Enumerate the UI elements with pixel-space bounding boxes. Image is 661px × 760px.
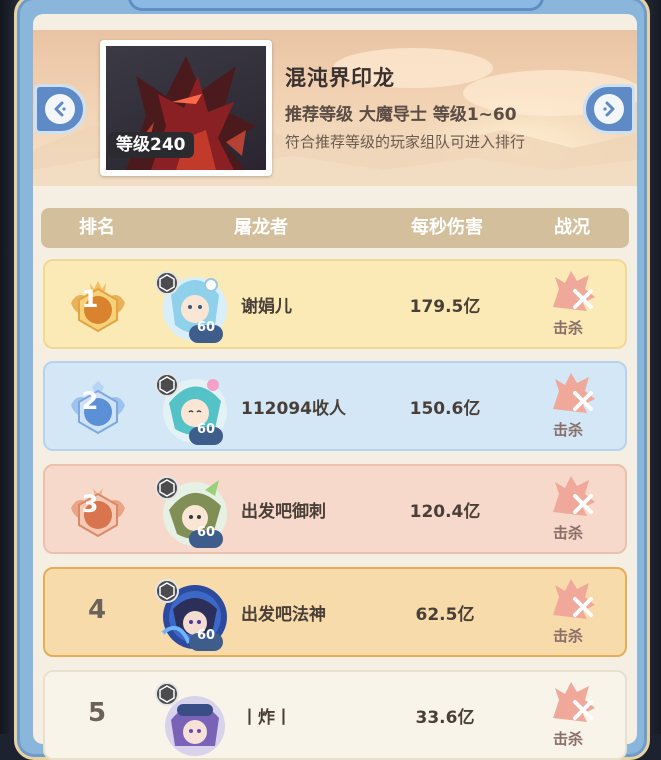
boss-level-badge: 等级240 xyxy=(108,132,194,158)
battle-status: 击杀 xyxy=(553,319,584,337)
header-rank: 排名 xyxy=(79,217,115,238)
player-level: 60 xyxy=(196,422,216,437)
dragon-defeated-icon xyxy=(553,373,595,413)
ranking-row[interactable]: 5 丨炸丨 33.6亿 击杀 xyxy=(43,670,627,760)
prev-boss-button[interactable] xyxy=(34,84,86,134)
dragon-defeated-icon xyxy=(553,682,595,722)
damage-per-second: 179.5亿 xyxy=(409,297,481,317)
header-dps: 每秒伤害 xyxy=(411,217,483,238)
player-name: 112094收人 xyxy=(241,399,346,419)
player-name: 谢娟儿 xyxy=(241,297,292,317)
player-name: 丨炸丨 xyxy=(241,708,292,728)
damage-per-second: 62.5亿 xyxy=(415,605,475,625)
rank-number: 1 xyxy=(81,285,99,313)
battle-status: 击杀 xyxy=(553,730,584,748)
ranking-table-header: 排名 屠龙者 每秒伤害 战况 xyxy=(41,208,629,248)
rank-number: 3 xyxy=(81,490,99,518)
rank-number: 5 xyxy=(87,698,107,728)
dragon-defeated-icon xyxy=(553,476,595,516)
dragon-defeated-icon xyxy=(553,271,595,311)
boss-recommendation: 推荐等级 大魔导士 等级1~60 xyxy=(285,105,517,125)
ranking-row[interactable]: 1 60 谢娟儿 179.5亿 击杀 xyxy=(43,259,627,349)
damage-per-second: 150.6亿 xyxy=(409,399,481,419)
next-boss-button[interactable] xyxy=(583,84,635,134)
player-name: 出发吧法神 xyxy=(241,605,326,625)
boss-name: 混沌界印龙 xyxy=(285,66,395,90)
player-level: 60 xyxy=(196,525,216,540)
ranking-row[interactable]: 4 60 出发吧法神 62.5亿 击杀 xyxy=(43,567,627,657)
player-level: 60 xyxy=(196,628,216,643)
player-name: 出发吧御刺 xyxy=(241,502,326,522)
battle-status: 击杀 xyxy=(553,524,584,542)
player-level: 60 xyxy=(196,320,216,335)
boss-entry-note: 符合推荐等级的玩家组队可进入排行 xyxy=(285,133,526,151)
ranking-row[interactable]: 2 60 112094收人 150.6亿 击杀 xyxy=(43,361,627,451)
player-avatar[interactable] xyxy=(149,676,231,758)
rank-number: 2 xyxy=(81,387,99,415)
dragon-defeated-icon xyxy=(553,579,595,619)
chevron-left-icon xyxy=(54,101,66,117)
boss-portrait-card[interactable]: 等级240 xyxy=(100,40,272,176)
header-slayer: 屠龙者 xyxy=(234,217,288,238)
damage-per-second: 120.4亿 xyxy=(409,502,481,522)
header-status: 战况 xyxy=(554,217,590,238)
battle-status: 击杀 xyxy=(553,421,584,439)
damage-per-second: 33.6亿 xyxy=(415,708,475,728)
battle-status: 击杀 xyxy=(553,627,584,645)
ranking-row[interactable]: 3 60 出发吧御刺 120.4亿 击杀 xyxy=(43,464,627,554)
chevron-right-icon xyxy=(603,101,615,117)
rank-number: 4 xyxy=(87,595,107,625)
window-top-tab xyxy=(128,0,544,11)
